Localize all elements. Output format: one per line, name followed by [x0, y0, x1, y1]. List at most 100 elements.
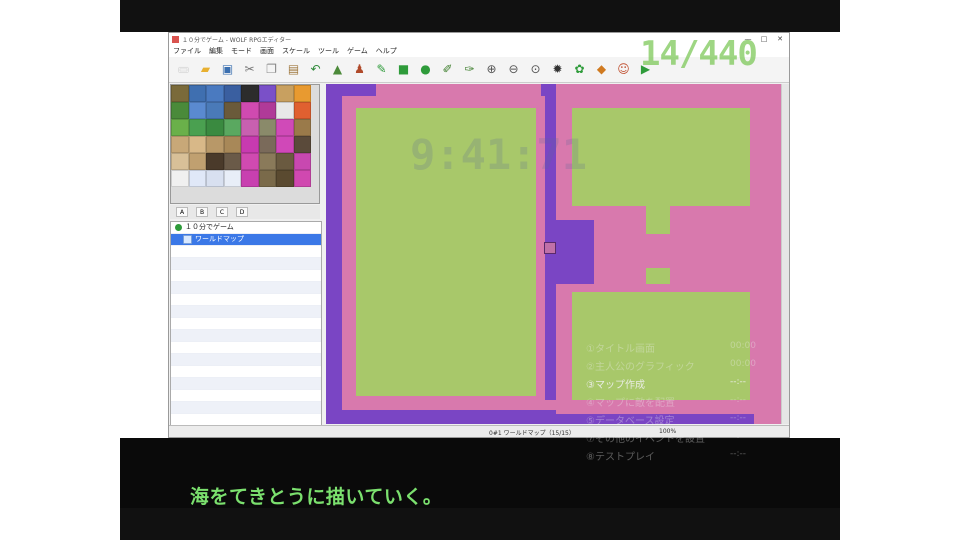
- tile-chip[interactable]: [206, 119, 224, 136]
- tile-chip[interactable]: [206, 153, 224, 170]
- tile-chip[interactable]: [258, 119, 276, 136]
- checklist-item: ⑤データベース設定 --:--: [586, 413, 747, 427]
- tile-chip[interactable]: [223, 102, 241, 119]
- brush-icon[interactable]: ✐: [439, 61, 456, 78]
- tile-chip[interactable]: [206, 102, 224, 119]
- tile-chip[interactable]: [188, 136, 206, 153]
- tile-chip[interactable]: [171, 85, 189, 102]
- zoom-reset-icon[interactable]: ⊙: [527, 61, 544, 78]
- tree-empty-row: [171, 294, 321, 306]
- tile-chip[interactable]: [223, 170, 241, 187]
- cut-icon[interactable]: ✂: [241, 61, 258, 78]
- menu-file[interactable]: ファイル: [169, 46, 205, 57]
- tree-empty-row: [171, 318, 321, 330]
- zoom-in-icon[interactable]: ⊕: [483, 61, 500, 78]
- tree-item-world-map[interactable]: ワールドマップ: [171, 234, 321, 246]
- checklist-item: ①タイトル画面 00:00: [586, 341, 756, 355]
- tile-chip[interactable]: [223, 153, 241, 170]
- menu-view[interactable]: 画面: [256, 46, 278, 57]
- tile-chip[interactable]: [276, 119, 294, 136]
- tile-chip[interactable]: [276, 170, 294, 187]
- spray-icon[interactable]: ✑: [461, 61, 478, 78]
- menu-game[interactable]: ゲーム: [343, 46, 372, 57]
- close-button[interactable]: ✕: [773, 34, 787, 44]
- tile-chip[interactable]: [241, 153, 259, 170]
- tile-chip[interactable]: [223, 119, 241, 136]
- tile-chip[interactable]: [241, 119, 259, 136]
- tile-chip[interactable]: [293, 153, 311, 170]
- menu-help[interactable]: ヘルプ: [372, 46, 401, 57]
- tile-chip[interactable]: [188, 153, 206, 170]
- grass-connector-top: [646, 204, 670, 234]
- tree-item-label: ワールドマップ: [195, 235, 244, 243]
- menu-mode[interactable]: モード: [227, 46, 256, 57]
- layer-tabs: A B C D: [170, 205, 320, 219]
- tile-palette[interactable]: [170, 84, 320, 204]
- tile-chip[interactable]: [188, 102, 206, 119]
- tile-chip[interactable]: [293, 102, 311, 119]
- tree-item-project[interactable]: １０分でゲーム: [171, 222, 321, 234]
- video-frame-top: [120, 0, 840, 32]
- map-tree: １０分でゲーム ワールドマップ: [170, 221, 322, 437]
- tile-chip[interactable]: [241, 170, 259, 187]
- layer-tab-c[interactable]: C: [216, 207, 228, 217]
- pencil-icon[interactable]: ✎: [373, 61, 390, 78]
- task-checklist: ①タイトル画面 00:00 ②主人公のグラフィック 00:00 ③マップ作成 -…: [584, 338, 784, 464]
- character-icon[interactable]: ☺: [615, 61, 632, 78]
- tile-chip[interactable]: [276, 153, 294, 170]
- undo-icon[interactable]: ↶: [307, 61, 324, 78]
- menu-scale[interactable]: スケール: [278, 46, 314, 57]
- tree-empty-row: [171, 258, 321, 270]
- tile-chip[interactable]: [171, 102, 189, 119]
- copy-icon[interactable]: ❐: [263, 61, 280, 78]
- tile-chip[interactable]: [258, 85, 276, 102]
- tile-chip[interactable]: [223, 136, 241, 153]
- tile-chip[interactable]: [258, 136, 276, 153]
- tile-chip[interactable]: [276, 102, 294, 119]
- tile-chip[interactable]: [241, 136, 259, 153]
- new-icon[interactable]: ▭: [175, 61, 192, 78]
- tile-chip[interactable]: [188, 170, 206, 187]
- tile-chip[interactable]: [171, 153, 189, 170]
- tile-chip[interactable]: [258, 170, 276, 187]
- tile-chip[interactable]: [241, 85, 259, 102]
- tile-chip[interactable]: [206, 136, 224, 153]
- layer-tab-b[interactable]: B: [196, 207, 208, 217]
- tile-icon[interactable]: ◆: [593, 61, 610, 78]
- tile-chip[interactable]: [223, 85, 241, 102]
- tile-chip[interactable]: [293, 119, 311, 136]
- layer-tab-a[interactable]: A: [176, 207, 188, 217]
- fill-icon[interactable]: ●: [417, 61, 434, 78]
- tile-chip[interactable]: [171, 136, 189, 153]
- tile-chip[interactable]: [171, 119, 189, 136]
- menu-edit[interactable]: 編集: [205, 46, 227, 57]
- tile-chip[interactable]: [188, 119, 206, 136]
- tile-chip[interactable]: [293, 85, 311, 102]
- save-icon[interactable]: ▣: [219, 61, 236, 78]
- event-mode-icon[interactable]: ♟: [351, 61, 368, 78]
- tile-chip[interactable]: [258, 102, 276, 119]
- tile-chip[interactable]: [188, 85, 206, 102]
- globe-icon: [175, 224, 182, 231]
- tile-chip[interactable]: [276, 85, 294, 102]
- tile-chip[interactable]: [293, 170, 311, 187]
- maximize-button[interactable]: □: [757, 34, 771, 44]
- zoom-out-icon[interactable]: ⊖: [505, 61, 522, 78]
- layer-tab-d[interactable]: D: [236, 207, 248, 217]
- map-mode-icon[interactable]: ▲: [329, 61, 346, 78]
- menu-tools[interactable]: ツール: [314, 46, 343, 57]
- tile-chip[interactable]: [206, 85, 224, 102]
- gear-icon[interactable]: ✿: [571, 61, 588, 78]
- tile-chip[interactable]: [241, 102, 259, 119]
- tile-chip[interactable]: [171, 170, 189, 187]
- tree-empty-row: [171, 390, 321, 402]
- tile-chip[interactable]: [206, 170, 224, 187]
- database-icon[interactable]: ✹: [549, 61, 566, 78]
- tile-chip[interactable]: [276, 136, 294, 153]
- tile-chip[interactable]: [293, 136, 311, 153]
- rectangle-icon[interactable]: ■: [395, 61, 412, 78]
- checklist-item-current: ③マップ作成 --:--: [586, 377, 747, 391]
- paste-icon[interactable]: ▤: [285, 61, 302, 78]
- open-icon[interactable]: ▰: [197, 61, 214, 78]
- tile-chip[interactable]: [258, 153, 276, 170]
